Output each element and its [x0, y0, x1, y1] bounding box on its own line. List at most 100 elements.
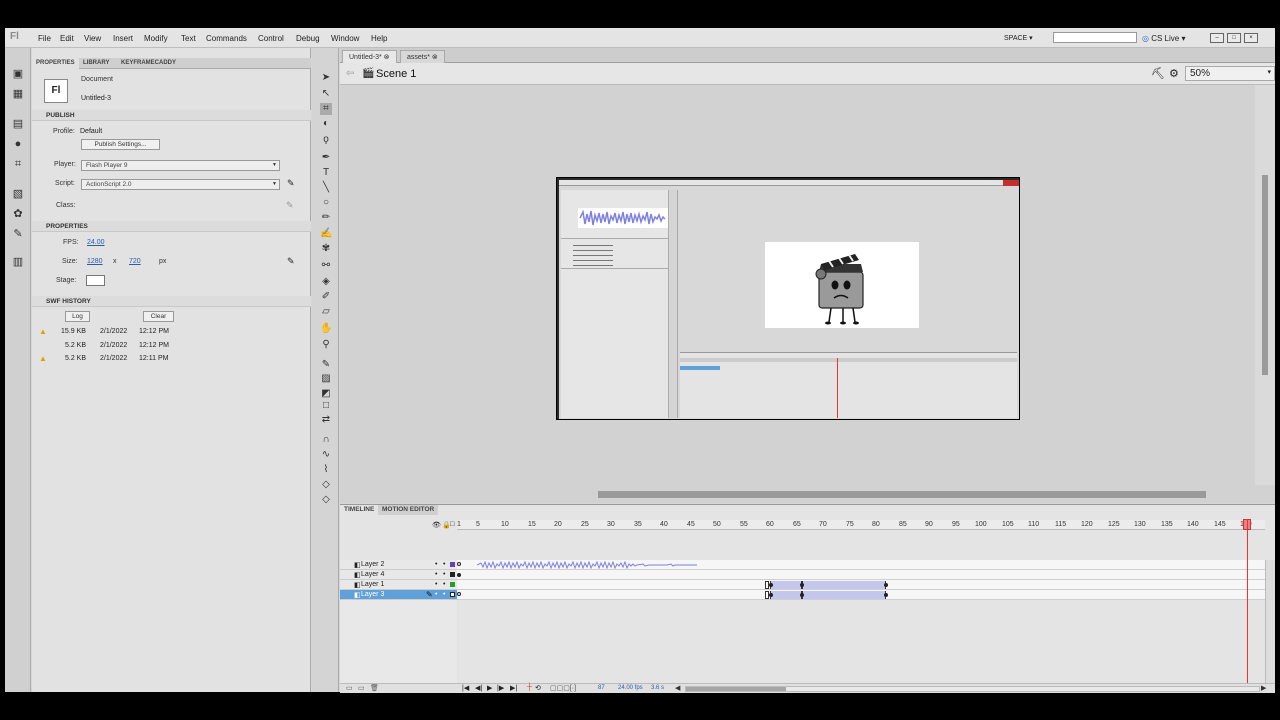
- help-search-input[interactable]: [1053, 32, 1137, 43]
- layer-visibility-dot[interactable]: •: [435, 561, 437, 568]
- workspace-switcher[interactable]: SPACE ▾: [1000, 31, 1037, 45]
- tool-option-icon-2[interactable]: ◇: [320, 494, 332, 506]
- tool-option-icon[interactable]: ◇: [320, 479, 332, 491]
- zoom-tool-icon[interactable]: ⚲: [320, 339, 332, 351]
- layer-lock-dot[interactable]: •: [443, 591, 445, 598]
- layer-name[interactable]: Layer 3: [361, 591, 384, 598]
- info-icon[interactable]: ●: [11, 138, 25, 150]
- cs-live-button[interactable]: ◎ CS Live ▾: [1142, 34, 1185, 43]
- tab-untitled-3[interactable]: Untitled-3* ⊗: [342, 50, 397, 63]
- outline-icon[interactable]: □: [450, 521, 454, 528]
- oval-tool-icon[interactable]: ○: [320, 197, 332, 209]
- layer-lock-dot[interactable]: •: [443, 581, 445, 588]
- stage-image[interactable]: [556, 177, 1020, 420]
- keyframe[interactable]: [800, 583, 804, 587]
- pen-tool-icon[interactable]: ✒: [320, 152, 332, 164]
- keyframe[interactable]: [800, 593, 804, 597]
- motion-tween[interactable]: [802, 591, 886, 599]
- layer-frames[interactable]: [457, 560, 1265, 570]
- loop-icon[interactable]: ⟲: [535, 684, 541, 692]
- layer-lock-dot[interactable]: •: [443, 571, 445, 578]
- eye-icon[interactable]: 👁: [432, 521, 441, 529]
- dock-icon-3[interactable]: ▤: [11, 118, 25, 130]
- log-button[interactable]: Log: [65, 311, 90, 322]
- hand-tool-icon[interactable]: ✋: [320, 323, 332, 335]
- dock-icon-9[interactable]: ▥: [11, 256, 25, 268]
- tab-properties[interactable]: PROPERTIES: [32, 58, 79, 69]
- brush-tool-icon[interactable]: ✍: [320, 228, 332, 240]
- layer-name[interactable]: Layer 2: [361, 561, 384, 568]
- new-layer-icon[interactable]: ▭: [346, 684, 353, 692]
- height-value[interactable]: 720: [129, 258, 141, 265]
- dock-icon-7[interactable]: ✿: [11, 208, 25, 220]
- layer-row-selected[interactable]: ◧ Layer 3 ✎ • •: [340, 590, 457, 600]
- menu-control[interactable]: Control: [258, 34, 284, 43]
- menu-modify[interactable]: Modify: [144, 34, 168, 43]
- horizontal-scroll-thumb[interactable]: [598, 491, 1206, 498]
- delete-layer-icon[interactable]: 🗑: [370, 684, 379, 692]
- layer-visibility-dot[interactable]: •: [435, 571, 437, 578]
- maximize-button[interactable]: □: [1227, 33, 1241, 43]
- layer-row[interactable]: ◧ Layer 1 • •: [340, 580, 457, 590]
- menu-help[interactable]: Help: [371, 34, 387, 43]
- dock-icon-2[interactable]: ▦: [11, 88, 25, 100]
- minimize-button[interactable]: –: [1210, 33, 1224, 43]
- edit-class-icon[interactable]: ✎: [286, 200, 294, 211]
- paint-bucket-icon[interactable]: ◈: [320, 276, 332, 288]
- layer-name[interactable]: Layer 4: [361, 571, 384, 578]
- tab-motion-editor[interactable]: MOTION EDITOR: [378, 505, 439, 515]
- line-tool-icon[interactable]: ╲: [320, 182, 332, 194]
- close-tab-icon[interactable]: ⊗: [384, 54, 390, 61]
- free-transform-tool-icon[interactable]: ⌗: [320, 103, 332, 115]
- dock-icon-6[interactable]: ▧: [11, 188, 25, 200]
- menu-window[interactable]: Window: [331, 34, 359, 43]
- pencil-tool-icon[interactable]: ✏: [320, 212, 332, 224]
- frame-rate[interactable]: 24.00 fps: [618, 685, 643, 691]
- swf-history-header[interactable]: SWF HISTORY: [32, 296, 311, 307]
- layer-visibility-dot[interactable]: •: [435, 591, 437, 598]
- menu-insert[interactable]: Insert: [113, 34, 133, 43]
- scroll-left-icon[interactable]: ◀: [675, 684, 680, 692]
- dock-icon-8[interactable]: ✎: [11, 228, 25, 240]
- text-tool-icon[interactable]: T: [320, 167, 332, 179]
- deco-tool-icon[interactable]: ✾: [320, 243, 332, 255]
- menu-text[interactable]: Text: [181, 34, 196, 43]
- layer-name[interactable]: Layer 1: [361, 581, 384, 588]
- tab-library[interactable]: LIBRARY: [79, 58, 113, 69]
- snap-magnet-icon[interactable]: ∩: [320, 434, 332, 446]
- current-frame[interactable]: 87: [598, 685, 605, 691]
- size-wrench-icon[interactable]: ✎: [287, 256, 295, 267]
- layer-frames[interactable]: [457, 570, 1265, 580]
- play-icon[interactable]: ▶: [487, 684, 492, 692]
- next-frame-icon[interactable]: |▶: [497, 684, 504, 692]
- width-value[interactable]: 1280: [87, 258, 103, 265]
- tab-timeline[interactable]: TIMELINE: [340, 505, 379, 515]
- properties-section-header[interactable]: PROPERTIES: [32, 221, 311, 232]
- keyframe[interactable]: [769, 583, 773, 587]
- no-color-icon[interactable]: □: [320, 400, 332, 412]
- layer-color-box[interactable]: [450, 572, 455, 577]
- wrench-icon[interactable]: ✎: [287, 178, 295, 189]
- motion-tween[interactable]: [770, 591, 802, 599]
- clear-button[interactable]: Clear: [143, 311, 174, 322]
- scroll-right-icon[interactable]: ▶: [1261, 684, 1266, 692]
- motion-tween[interactable]: [770, 581, 802, 589]
- prev-frame-icon[interactable]: ◀|: [475, 684, 482, 692]
- frame-ruler[interactable]: 1 5 10 15 20 25 30 35 40 45 50 55 60 65 …: [457, 520, 1265, 530]
- first-frame-icon[interactable]: |◀: [462, 684, 469, 692]
- layer-row[interactable]: ◧ Layer 2 • •: [340, 560, 457, 570]
- new-folder-icon[interactable]: ▭: [358, 684, 365, 692]
- vertical-scroll-thumb[interactable]: [1262, 175, 1268, 375]
- layer-color-box[interactable]: [450, 592, 455, 597]
- menu-view[interactable]: View: [84, 34, 101, 43]
- edit-symbol-icon[interactable]: ⚙: [1169, 67, 1179, 80]
- menu-debug[interactable]: Debug: [296, 34, 320, 43]
- menu-edit[interactable]: Edit: [60, 34, 74, 43]
- motion-tween[interactable]: [802, 581, 886, 589]
- keyframe[interactable]: [457, 573, 461, 577]
- timeline-hscroll[interactable]: [685, 686, 1260, 692]
- edit-scene-icon[interactable]: ⛏: [1151, 67, 1165, 80]
- close-tab-icon[interactable]: ⊗: [432, 54, 438, 61]
- stage-color-swatch[interactable]: [86, 275, 105, 286]
- center-frame-icon[interactable]: ┼: [527, 684, 532, 691]
